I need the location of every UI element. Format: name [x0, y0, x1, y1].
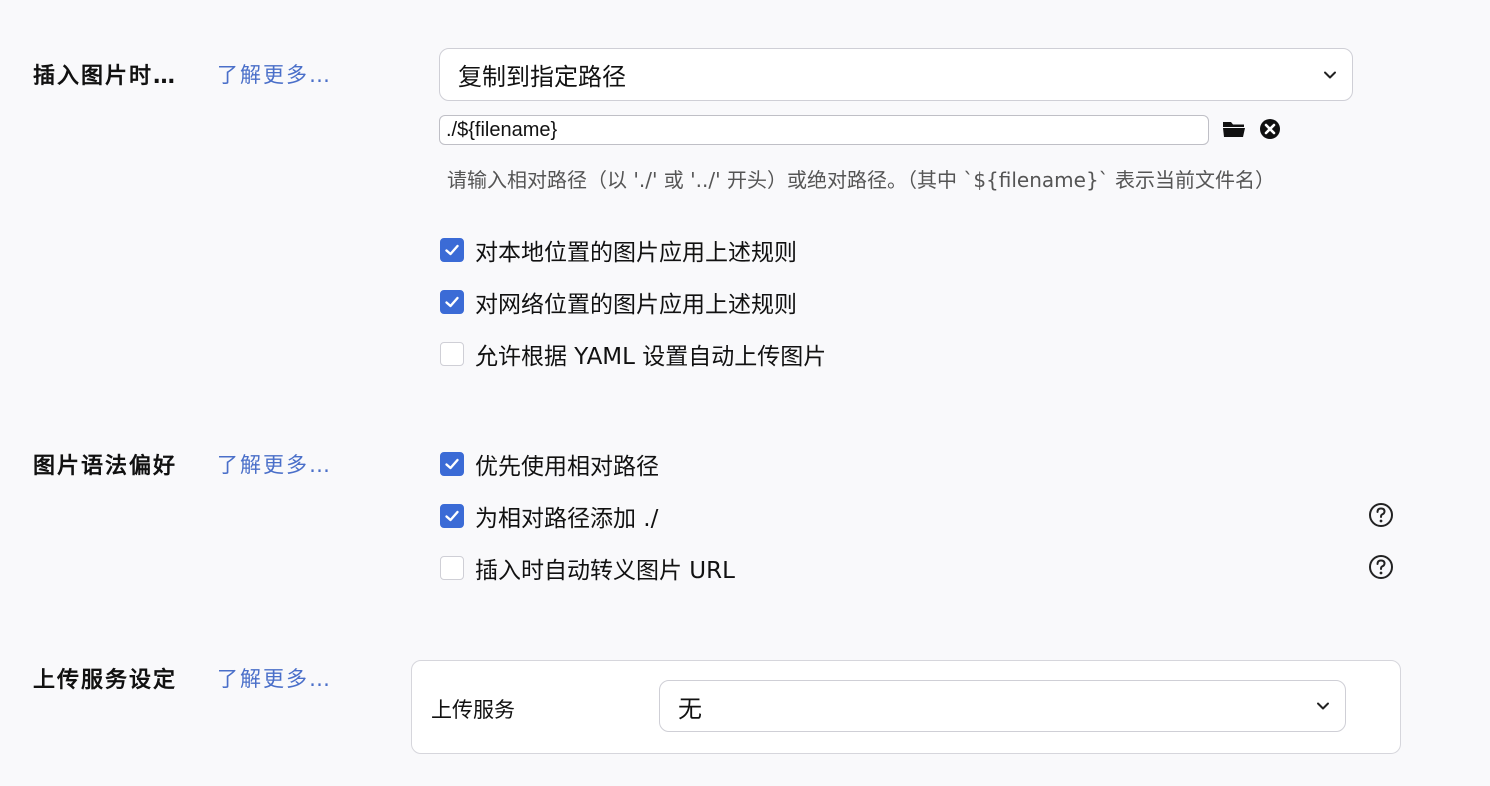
- checkbox-apply-local-label: 对本地位置的图片应用上述规则: [475, 240, 797, 266]
- check-icon[interactable]: [440, 290, 464, 314]
- checkbox-apply-network-label: 对网络位置的图片应用上述规则: [475, 292, 797, 318]
- path-hint-text: 请输入相对路径（以 './' 或 '../' 开头）或绝对路径。（其中 `${f…: [447, 168, 1276, 192]
- clear-icon[interactable]: [1257, 116, 1283, 142]
- image-settings-page: 插入图片时… 了解更多… 复制到指定路径 请输入相对路径（以 './' 或 '.…: [0, 0, 1490, 786]
- checkbox-empty[interactable]: [440, 556, 464, 580]
- check-icon[interactable]: [440, 452, 464, 476]
- check-icon[interactable]: [440, 504, 464, 528]
- insert-image-action-value: 复制到指定路径: [458, 63, 626, 91]
- upload-service-value: 无: [678, 694, 702, 723]
- help-icon[interactable]: [1368, 502, 1394, 528]
- image-path-input[interactable]: [439, 115, 1209, 145]
- checkbox-yaml-upload-label: 允许根据 YAML 设置自动上传图片: [475, 344, 827, 370]
- checkbox-yaml-upload[interactable]: 允许根据 YAML 设置自动上传图片: [440, 340, 827, 370]
- insert-image-learn-more-link[interactable]: 了解更多…: [217, 59, 332, 89]
- checkbox-apply-local[interactable]: 对本地位置的图片应用上述规则: [440, 236, 797, 266]
- chevron-down-icon: [1324, 71, 1336, 78]
- checkbox-escape-url[interactable]: 插入时自动转义图片 URL: [440, 554, 735, 584]
- upload-service-label: 上传服务: [431, 698, 515, 722]
- folder-icon[interactable]: [1221, 116, 1247, 142]
- checkbox-add-dot-slash-label: 为相对路径添加 ./: [475, 506, 659, 532]
- check-icon[interactable]: [440, 238, 464, 262]
- help-icon[interactable]: [1368, 554, 1394, 580]
- upload-service-select[interactable]: 无: [659, 680, 1346, 732]
- syntax-learn-more-link[interactable]: 了解更多…: [217, 449, 332, 479]
- checkbox-prefer-relative-label: 优先使用相对路径: [475, 454, 659, 480]
- insert-image-action-select[interactable]: 复制到指定路径: [439, 48, 1353, 101]
- checkbox-prefer-relative[interactable]: 优先使用相对路径: [440, 450, 659, 480]
- upload-settings-title: 上传服务设定: [33, 668, 178, 693]
- checkbox-empty[interactable]: [440, 342, 464, 366]
- upload-learn-more-link[interactable]: 了解更多…: [217, 663, 332, 693]
- checkbox-apply-network[interactable]: 对网络位置的图片应用上述规则: [440, 288, 797, 318]
- checkbox-add-dot-slash[interactable]: 为相对路径添加 ./: [440, 502, 659, 532]
- syntax-preference-title: 图片语法偏好: [33, 454, 178, 479]
- chevron-down-icon: [1317, 702, 1329, 710]
- insert-image-title: 插入图片时…: [33, 64, 178, 89]
- checkbox-escape-url-label: 插入时自动转义图片 URL: [475, 558, 735, 584]
